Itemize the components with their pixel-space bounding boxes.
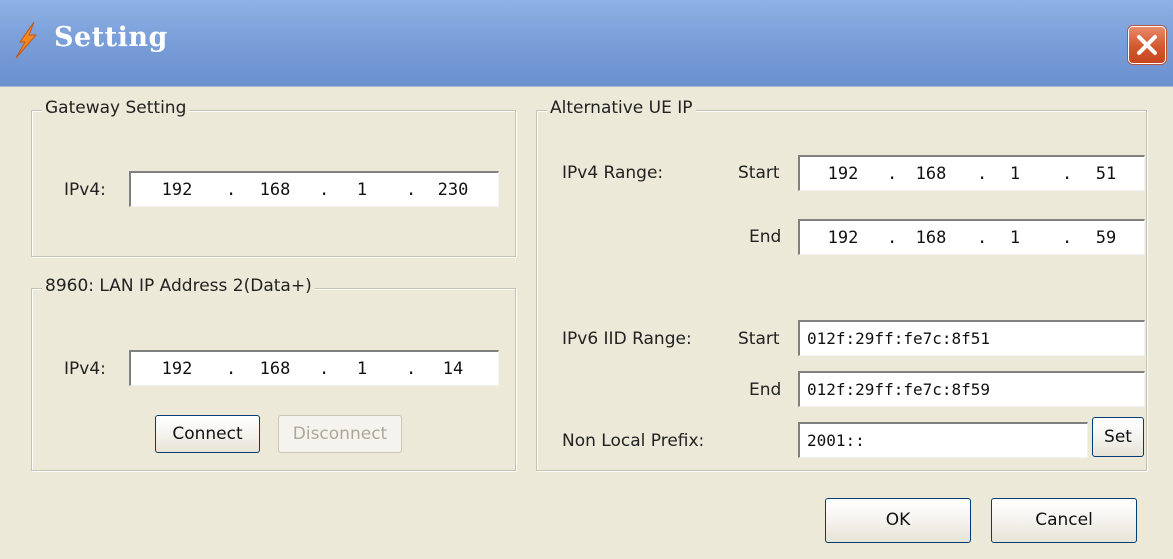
connect-button[interactable]: Connect bbox=[155, 415, 260, 453]
ip-octet[interactable]: 1 bbox=[985, 228, 1045, 248]
ip-octet[interactable]: 168 bbox=[895, 228, 967, 248]
ipv4-start-label: Start bbox=[738, 163, 780, 183]
gateway-setting-group: Gateway Setting IPv4: 192 . 168 . 1 . 23… bbox=[31, 98, 516, 257]
alternative-ue-ip-group: Alternative UE IP IPv4 Range: Start 192 … bbox=[536, 98, 1147, 471]
ipv6-range-label: IPv6 IID Range: bbox=[562, 329, 692, 349]
ip-octet[interactable]: 168 bbox=[895, 164, 967, 184]
ipv6-start-label: Start bbox=[738, 329, 780, 349]
non-local-prefix-field[interactable]: 2001:: bbox=[798, 422, 1088, 458]
gateway-setting-legend: Gateway Setting bbox=[42, 98, 190, 118]
set-button[interactable]: Set bbox=[1092, 417, 1144, 457]
ip-octet[interactable]: 51 bbox=[1070, 164, 1142, 184]
ip-octet[interactable]: 1 bbox=[327, 359, 397, 379]
ip-octet[interactable]: 192 bbox=[806, 228, 880, 248]
lan-ip-group: 8960: LAN IP Address 2(Data+) IPv4: 192 … bbox=[31, 276, 516, 471]
cancel-button[interactable]: Cancel bbox=[991, 498, 1137, 543]
lan-ipv4-field[interactable]: 192 . 168 . 1 . 14 bbox=[129, 350, 499, 386]
non-local-prefix-label: Non Local Prefix: bbox=[562, 431, 705, 451]
dialog-body: Gateway Setting IPv4: 192 . 168 . 1 . 23… bbox=[0, 87, 1173, 559]
app-icon bbox=[12, 20, 40, 60]
ip-octet[interactable]: 168 bbox=[235, 359, 315, 379]
gateway-ipv4-label: IPv4: bbox=[64, 180, 106, 200]
ok-button[interactable]: OK bbox=[825, 498, 971, 543]
ipv4-end-field[interactable]: 192 . 168 . 1 . 59 bbox=[798, 219, 1145, 255]
ip-octet[interactable]: 1 bbox=[327, 180, 397, 200]
alternative-ue-ip-legend: Alternative UE IP bbox=[547, 98, 696, 118]
window-title: Setting bbox=[54, 22, 168, 53]
ip-octet[interactable]: 230 bbox=[413, 180, 493, 200]
ipv4-range-label: IPv4 Range: bbox=[562, 163, 664, 183]
ip-octet[interactable]: 1 bbox=[985, 164, 1045, 184]
lan-ipv4-label: IPv4: bbox=[64, 359, 106, 379]
ip-octet[interactable]: 192 bbox=[137, 180, 217, 200]
ip-octet[interactable]: 192 bbox=[137, 359, 217, 379]
ipv6-start-field[interactable]: 012f:29ff:fe7c:8f51 bbox=[798, 320, 1145, 356]
ipv6-end-field[interactable]: 012f:29ff:fe7c:8f59 bbox=[798, 371, 1145, 407]
ipv6-end-label: End bbox=[749, 380, 782, 400]
gateway-ipv4-field[interactable]: 192 . 168 . 1 . 230 bbox=[129, 171, 499, 207]
ip-octet[interactable]: 192 bbox=[806, 164, 880, 184]
ip-octet[interactable]: 168 bbox=[235, 180, 315, 200]
ip-octet[interactable]: 14 bbox=[413, 359, 493, 379]
ip-octet[interactable]: 59 bbox=[1070, 228, 1142, 248]
lan-ip-legend: 8960: LAN IP Address 2(Data+) bbox=[42, 276, 315, 296]
close-button[interactable] bbox=[1128, 26, 1166, 64]
title-bar[interactable]: Setting bbox=[0, 0, 1173, 87]
setting-dialog: Setting Gateway Setting IPv4: 192 . 168 … bbox=[0, 0, 1173, 559]
ipv4-end-label: End bbox=[749, 227, 782, 247]
disconnect-button[interactable]: Disconnect bbox=[278, 415, 402, 453]
ipv4-start-field[interactable]: 192 . 168 . 1 . 51 bbox=[798, 155, 1145, 191]
